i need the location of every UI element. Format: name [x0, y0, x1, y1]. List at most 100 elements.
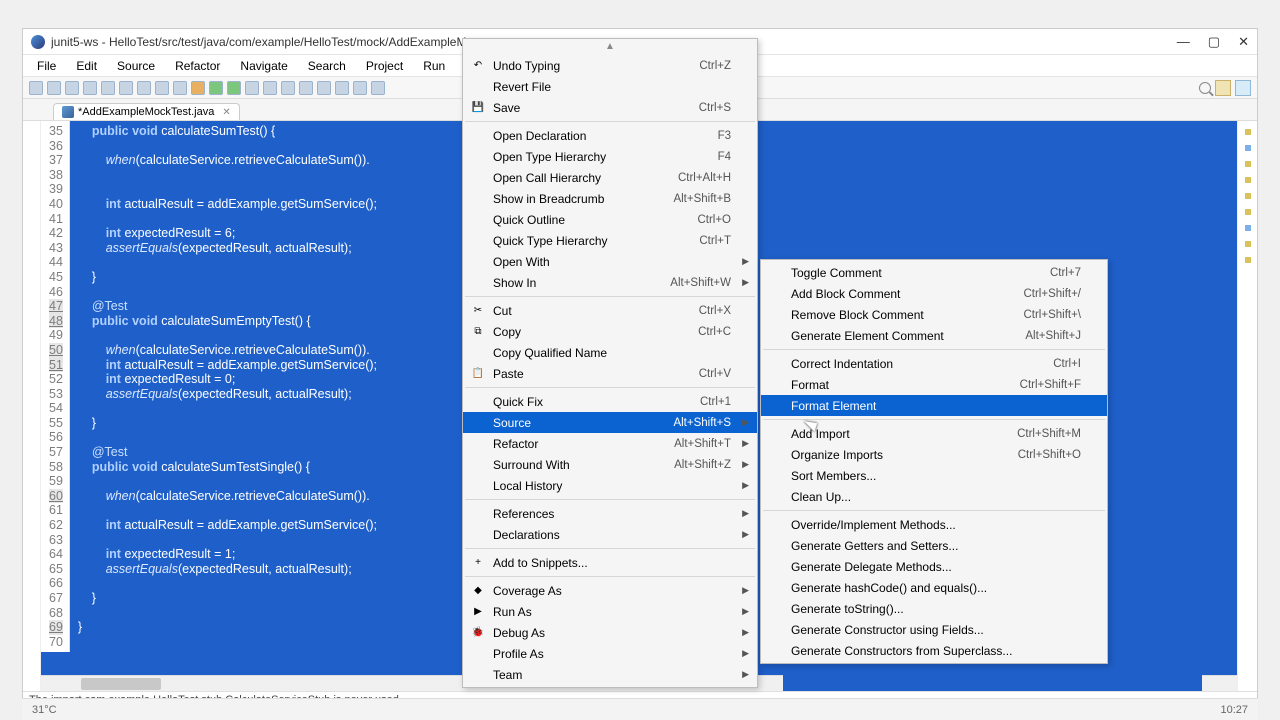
menu-item-quick-type-hierarchy[interactable]: Quick Type HierarchyCtrl+T — [463, 230, 757, 251]
menu-item-references[interactable]: References▶ — [463, 503, 757, 524]
toolbar-icon[interactable] — [299, 81, 313, 95]
menu-navigate[interactable]: Navigate — [232, 57, 295, 75]
menu-item-show-in-breadcrumb[interactable]: Show in BreadcrumbAlt+Shift+B — [463, 188, 757, 209]
chevron-right-icon: ▶ — [742, 438, 749, 449]
toolbar-icon[interactable] — [155, 81, 169, 95]
hscroll-thumb[interactable] — [81, 678, 161, 690]
menu-item-label: Paste — [493, 367, 524, 381]
coverage-icon[interactable] — [227, 81, 241, 95]
menu-item-local-history[interactable]: Local History▶ — [463, 475, 757, 496]
menu-item-generate-element-comment[interactable]: Generate Element CommentAlt+Shift+J — [761, 325, 1107, 346]
maximize-button[interactable]: ▢ — [1208, 34, 1220, 50]
menu-item-open-call-hierarchy[interactable]: Open Call HierarchyCtrl+Alt+H — [463, 167, 757, 188]
menu-run[interactable]: Run — [415, 57, 453, 75]
minimize-button[interactable]: — — [1177, 34, 1190, 50]
menu-item-open-with[interactable]: Open With▶ — [463, 251, 757, 272]
menu-item-label: Undo Typing — [493, 59, 560, 73]
menu-item-add-block-comment[interactable]: Add Block CommentCtrl+Shift+/ — [761, 283, 1107, 304]
menu-item-surround-with[interactable]: Surround WithAlt+Shift+Z▶ — [463, 454, 757, 475]
toolbar-icon[interactable] — [353, 81, 367, 95]
menu-item-correct-indentation[interactable]: Correct IndentationCtrl+I — [761, 353, 1107, 374]
menu-item-generate-constructor-using-fields[interactable]: Generate Constructor using Fields... — [761, 619, 1107, 640]
menu-item-remove-block-comment[interactable]: Remove Block CommentCtrl+Shift+\ — [761, 304, 1107, 325]
menu-shortcut: Alt+Shift+W — [640, 277, 731, 289]
menu-item-clean-up[interactable]: Clean Up... — [761, 486, 1107, 507]
menu-item-profile-as[interactable]: Profile As▶ — [463, 643, 757, 664]
menu-shortcut: Ctrl+7 — [1020, 267, 1081, 279]
menu-item-paste[interactable]: 📋PasteCtrl+V — [463, 363, 757, 384]
menu-item-add-to-snippets[interactable]: +Add to Snippets... — [463, 552, 757, 573]
toolbar-icon[interactable] — [29, 81, 43, 95]
toolbar-icon[interactable] — [65, 81, 79, 95]
menu-item-save[interactable]: 💾SaveCtrl+S — [463, 97, 757, 118]
toolbar-icon[interactable] — [263, 81, 277, 95]
menu-item-add-import[interactable]: Add ImportCtrl+Shift+M — [761, 423, 1107, 444]
menu-item-revert-file[interactable]: Revert File — [463, 76, 757, 97]
search-icon[interactable] — [1199, 82, 1211, 94]
menu-item-refactor[interactable]: RefactorAlt+Shift+T▶ — [463, 433, 757, 454]
menu-item-undo-typing[interactable]: ↶Undo TypingCtrl+Z — [463, 55, 757, 76]
menu-item-label: Quick Fix — [493, 395, 543, 409]
menu-item-show-in[interactable]: Show InAlt+Shift+W▶ — [463, 272, 757, 293]
menu-item-generate-tostring[interactable]: Generate toString()... — [761, 598, 1107, 619]
toolbar-icon[interactable] — [119, 81, 133, 95]
toolbar-icon[interactable] — [83, 81, 97, 95]
chevron-right-icon: ▶ — [742, 606, 749, 617]
menu-item-generate-hashcode-and-equals[interactable]: Generate hashCode() and equals()... — [761, 577, 1107, 598]
toolbar-icon[interactable] — [101, 81, 115, 95]
menu-item-debug-as[interactable]: 🐞Debug As▶ — [463, 622, 757, 643]
code-text[interactable]: public void calculateSumTest() { when(ca… — [70, 121, 385, 652]
menu-refactor[interactable]: Refactor — [167, 57, 228, 75]
editor-tab[interactable]: *AddExampleMockTest.java ✕ — [53, 103, 240, 120]
menu-item-generate-delegate-methods[interactable]: Generate Delegate Methods... — [761, 556, 1107, 577]
menu-search[interactable]: Search — [300, 57, 354, 75]
menu-edit[interactable]: Edit — [68, 57, 105, 75]
menu-item-format-element[interactable]: Format Element — [761, 395, 1107, 416]
menu-item-label: Open Declaration — [493, 129, 586, 143]
menu-item-organize-imports[interactable]: Organize ImportsCtrl+Shift+O — [761, 444, 1107, 465]
toolbar-icon[interactable] — [245, 81, 259, 95]
toolbar-icon[interactable] — [137, 81, 151, 95]
menu-shortcut: Ctrl+Shift+M — [987, 428, 1081, 440]
menu-item-label: Refactor — [493, 437, 538, 451]
menu-item-format[interactable]: FormatCtrl+Shift+F — [761, 374, 1107, 395]
toolbar-icon[interactable] — [191, 81, 205, 95]
menu-item-override-implement-methods[interactable]: Override/Implement Methods... — [761, 514, 1107, 535]
menu-file[interactable]: File — [29, 57, 64, 75]
menu-item-open-declaration[interactable]: Open DeclarationF3 — [463, 125, 757, 146]
menu-item-generate-getters-and-setters[interactable]: Generate Getters and Setters... — [761, 535, 1107, 556]
toolbar-icon[interactable] — [371, 81, 385, 95]
run-icon[interactable] — [209, 81, 223, 95]
toolbar-icon[interactable] — [173, 81, 187, 95]
menu-item-quick-outline[interactable]: Quick OutlineCtrl+O — [463, 209, 757, 230]
weather-temp: 31°C — [32, 704, 57, 716]
perspective-icon[interactable] — [1235, 80, 1251, 96]
menu-item-copy[interactable]: ⧉CopyCtrl+C — [463, 321, 757, 342]
menu-item-label: Organize Imports — [791, 448, 883, 462]
menu-item-team[interactable]: Team▶ — [463, 664, 757, 685]
scroll-up-icon[interactable]: ▲ — [463, 41, 757, 55]
menu-item-quick-fix[interactable]: Quick FixCtrl+1 — [463, 391, 757, 412]
menu-item-sort-members[interactable]: Sort Members... — [761, 465, 1107, 486]
menu-item-coverage-as[interactable]: ◆Coverage As▶ — [463, 580, 757, 601]
menu-project[interactable]: Project — [358, 57, 411, 75]
menu-item-copy-qualified-name[interactable]: Copy Qualified Name — [463, 342, 757, 363]
menu-item-cut[interactable]: ✂CutCtrl+X — [463, 300, 757, 321]
menu-item-label: Sort Members... — [791, 469, 876, 483]
perspective-icon[interactable] — [1215, 80, 1231, 96]
chevron-right-icon: ▶ — [742, 480, 749, 491]
toolbar-icon[interactable] — [317, 81, 331, 95]
menu-shortcut: Ctrl+Shift+F — [990, 379, 1081, 391]
close-button[interactable]: ✕ — [1238, 34, 1249, 50]
menu-item-toggle-comment[interactable]: Toggle CommentCtrl+7 — [761, 262, 1107, 283]
toolbar-icon[interactable] — [281, 81, 295, 95]
close-icon[interactable]: ✕ — [222, 107, 230, 118]
menu-item-run-as[interactable]: ▶Run As▶ — [463, 601, 757, 622]
menu-item-declarations[interactable]: Declarations▶ — [463, 524, 757, 545]
menu-item-generate-constructors-from-superclass[interactable]: Generate Constructors from Superclass... — [761, 640, 1107, 661]
menu-source[interactable]: Source — [109, 57, 163, 75]
menu-item-open-type-hierarchy[interactable]: Open Type HierarchyF4 — [463, 146, 757, 167]
toolbar-icon[interactable] — [47, 81, 61, 95]
menu-item-source[interactable]: SourceAlt+Shift+S▶ — [463, 412, 757, 433]
toolbar-icon[interactable] — [335, 81, 349, 95]
